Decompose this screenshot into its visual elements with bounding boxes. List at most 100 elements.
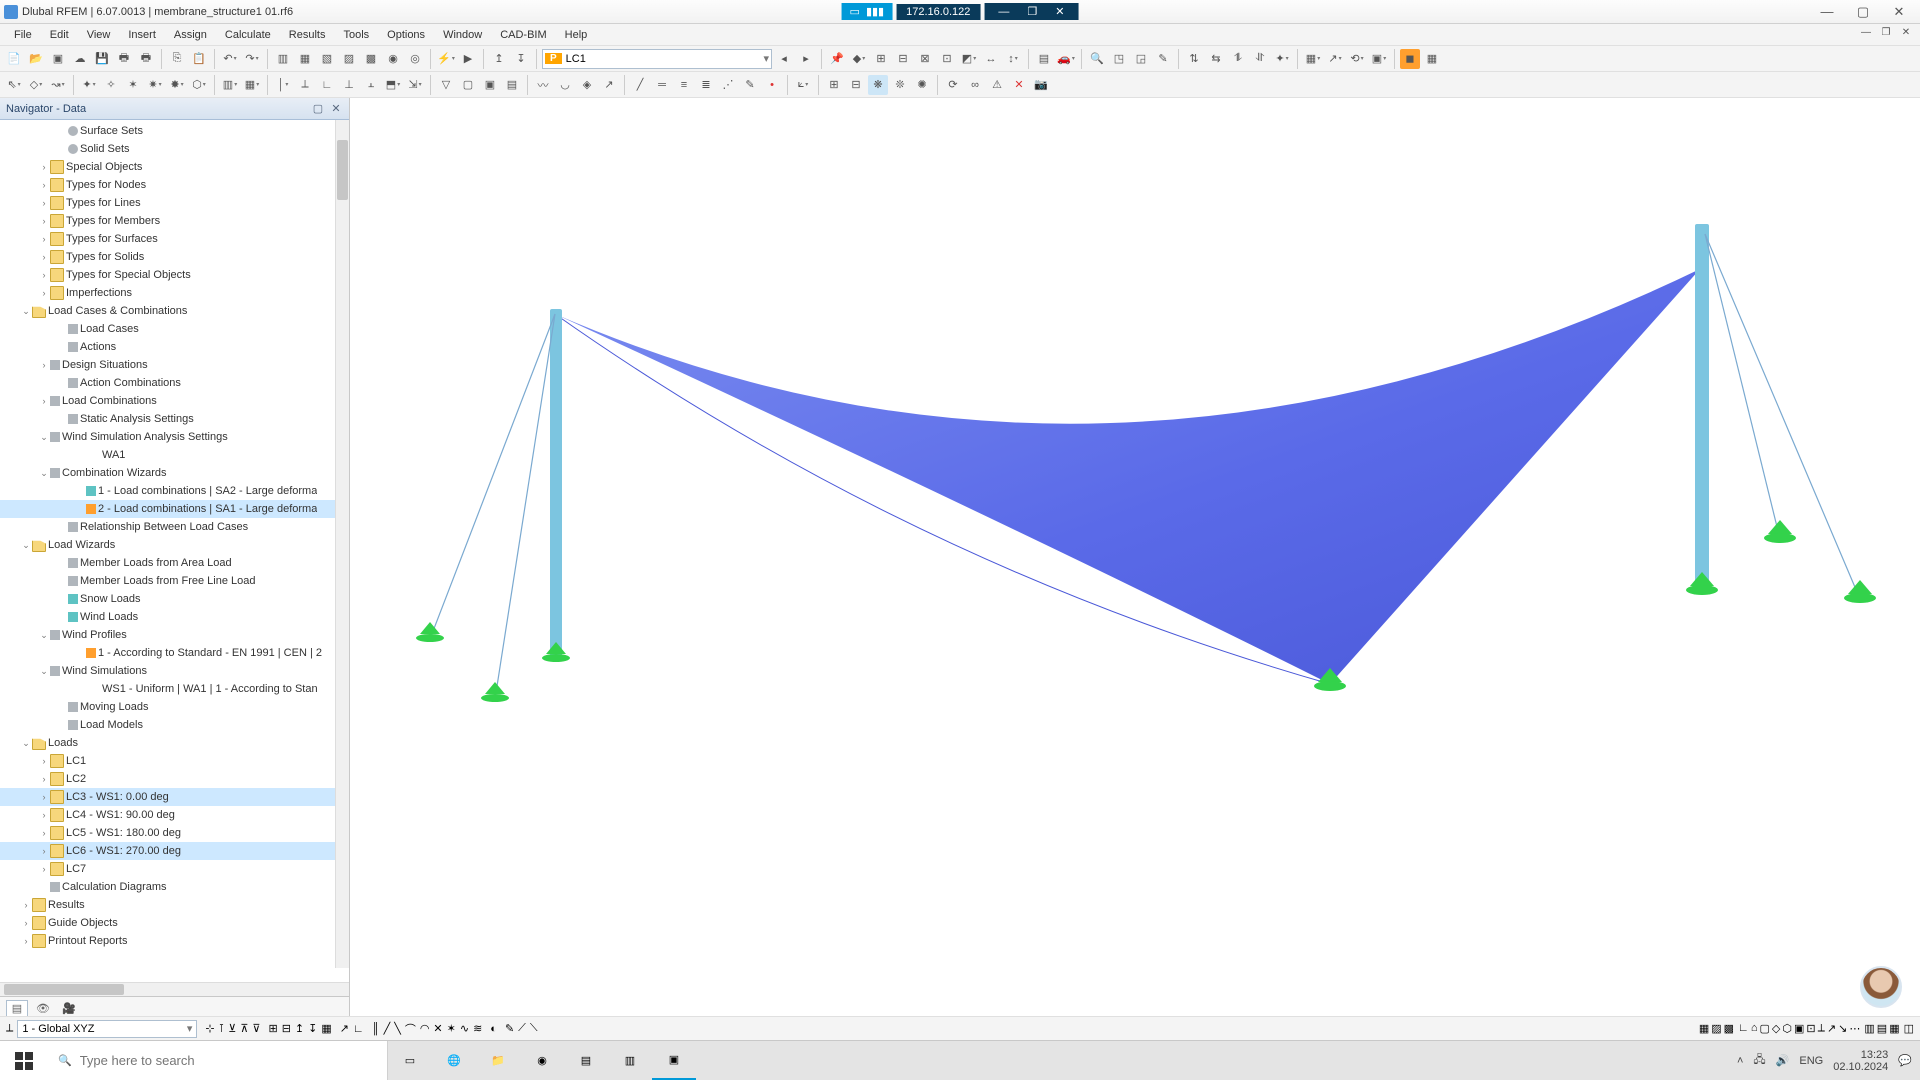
menu-view[interactable]: View (79, 26, 119, 44)
nav-tab-views-icon[interactable]: 🎥 (58, 1000, 80, 1018)
snap-23[interactable]: ✎ (505, 1022, 514, 1035)
lc-next-button[interactable]: ▸ (796, 49, 816, 69)
navigator-dock-icon[interactable]: ▢ (311, 102, 325, 115)
tbb-10[interactable]: 🚗 (1056, 49, 1076, 69)
tbb-23[interactable]: ▣ (1369, 49, 1389, 69)
open-button[interactable]: 📂 (26, 49, 46, 69)
scroll-thumb[interactable] (337, 140, 348, 200)
tree-row[interactable]: Relationship Between Load Cases (0, 518, 335, 536)
tree-twisty-icon[interactable]: › (38, 270, 50, 280)
tree-row[interactable]: ›Types for Members (0, 212, 335, 230)
tray-volume-icon[interactable]: 🔊 (1776, 1054, 1790, 1067)
tbb-16[interactable]: ⇆ (1206, 49, 1226, 69)
t2-44[interactable]: 📷 (1031, 75, 1051, 95)
tree-twisty-icon[interactable]: ⌄ (20, 306, 32, 317)
tree-twisty-icon[interactable]: › (38, 252, 50, 262)
tree-twisty-icon[interactable]: › (38, 216, 50, 226)
t2-41[interactable]: ∞ (965, 75, 985, 95)
rg-13[interactable]: ↘ (1838, 1022, 1847, 1035)
tree-twisty-icon[interactable]: › (38, 864, 50, 874)
tree-twisty-icon[interactable]: › (20, 918, 32, 928)
rg-4[interactable]: ∟ (1738, 1022, 1749, 1035)
snap-11[interactable]: ↗ (340, 1022, 349, 1035)
tree-twisty-icon[interactable]: › (38, 180, 50, 190)
tree-twisty-icon[interactable]: › (38, 756, 50, 766)
navigator-tree[interactable]: Surface SetsSolid Sets›Special Objects›T… (0, 120, 335, 982)
tree-twisty-icon[interactable]: ⌄ (38, 666, 50, 677)
tree-twisty-icon[interactable]: ⌄ (20, 540, 32, 551)
tree-row[interactable]: ⌄Combination Wizards (0, 464, 335, 482)
search-input[interactable] (80, 1053, 377, 1068)
menu-calculate[interactable]: Calculate (217, 26, 279, 44)
menu-insert[interactable]: Insert (120, 26, 164, 44)
snap-19[interactable]: ✶ (447, 1022, 456, 1035)
tree-twisty-icon[interactable]: › (38, 396, 50, 406)
tree-row[interactable]: ›Special Objects (0, 158, 335, 176)
tree-twisty-icon[interactable]: › (38, 288, 50, 298)
tree-twisty-icon[interactable]: › (38, 774, 50, 784)
tree-row[interactable]: ⌄Load Cases & Combinations (0, 302, 335, 320)
snap-13[interactable]: ║ (372, 1023, 380, 1035)
menu-cadbim[interactable]: CAD-BIM (492, 26, 554, 44)
navigator-close-icon[interactable]: ✕ (329, 102, 343, 115)
tree-twisty-icon[interactable]: › (38, 810, 50, 820)
rg-12[interactable]: ↗ (1827, 1022, 1836, 1035)
tree-row[interactable]: ›Types for Special Objects (0, 266, 335, 284)
tbb-3[interactable]: ⊟ (893, 49, 913, 69)
redo-button[interactable]: ↷ (242, 49, 262, 69)
nav-tab-data-icon[interactable]: ▤ (6, 1000, 28, 1018)
app-2-icon[interactable]: ▥ (608, 1041, 652, 1080)
tree-row[interactable]: ›LC1 (0, 752, 335, 770)
list-down-icon[interactable]: ↧ (511, 49, 531, 69)
tbb-4[interactable]: ⊠ (915, 49, 935, 69)
snap-2[interactable]: ⊺ (219, 1022, 225, 1035)
calc-button[interactable]: ⚡ (436, 49, 456, 69)
t2-14[interactable]: ∟ (317, 75, 337, 95)
t2-6[interactable]: ✶ (123, 75, 143, 95)
t2-1[interactable]: ⇖ (4, 75, 24, 95)
tree-row[interactable]: ›Types for Lines (0, 194, 335, 212)
view-4-icon[interactable]: ▨ (339, 49, 359, 69)
tree-row[interactable]: ›Load Combinations (0, 392, 335, 410)
tree-row[interactable]: WS1 - Uniform | WA1 | 1 - According to S… (0, 680, 335, 698)
tray-notifications-icon[interactable]: 💬 (1898, 1054, 1912, 1067)
tree-row[interactable]: ›Types for Surfaces (0, 230, 335, 248)
t2-35[interactable]: ⊞ (824, 75, 844, 95)
tree-row[interactable]: 1 - According to Standard - EN 1991 | CE… (0, 644, 335, 662)
t2-12[interactable]: │ (273, 75, 293, 95)
tree-row[interactable]: Wind Loads (0, 608, 335, 626)
remote-min-icon[interactable]: — (992, 6, 1015, 18)
tbb-24[interactable]: ◼ (1400, 49, 1420, 69)
rfem-taskbar-icon[interactable]: ▣ (652, 1041, 696, 1080)
tree-row[interactable]: ⌄Load Wizards (0, 536, 335, 554)
tray-chevron-icon[interactable]: ˄ (1737, 1055, 1743, 1067)
tree-twisty-icon[interactable]: ⌄ (20, 738, 32, 749)
t2-16[interactable]: ⫠ (361, 75, 381, 95)
tbb-20[interactable]: ▦ (1303, 49, 1323, 69)
tray-lang[interactable]: ENG (1799, 1055, 1823, 1067)
menu-assign[interactable]: Assign (166, 26, 215, 44)
tbb-2[interactable]: ⊞ (871, 49, 891, 69)
tree-row[interactable]: ›Design Situations (0, 356, 335, 374)
t2-15[interactable]: ⊥ (339, 75, 359, 95)
view-7-icon[interactable]: ◎ (405, 49, 425, 69)
tree-vscroll[interactable] (335, 120, 349, 968)
task-view-icon[interactable]: ▭ (388, 1041, 432, 1080)
snap-21[interactable]: ≋ (473, 1022, 482, 1035)
t2-7[interactable]: ✷ (145, 75, 165, 95)
snap-25[interactable]: ⟍ (530, 1022, 538, 1035)
view-5-icon[interactable]: ▩ (361, 49, 381, 69)
chrome-icon[interactable]: ◉ (520, 1041, 564, 1080)
t2-32[interactable]: ✎ (740, 75, 760, 95)
undo-button[interactable]: ↶ (220, 49, 240, 69)
snap-14[interactable]: ╱ (384, 1022, 391, 1035)
t2-19[interactable]: ▽ (436, 75, 456, 95)
taskbar-search[interactable]: 🔍 (48, 1041, 388, 1080)
t2-8[interactable]: ✸ (167, 75, 187, 95)
snap-12[interactable]: ∟ (353, 1023, 364, 1035)
tbb-21[interactable]: ↗ (1325, 49, 1345, 69)
tree-row[interactable]: ›Printout Reports (0, 932, 335, 950)
t2-24[interactable]: ◡ (555, 75, 575, 95)
tbb-17[interactable]: ⥮ (1228, 49, 1248, 69)
model-button[interactable]: ▣ (48, 49, 68, 69)
